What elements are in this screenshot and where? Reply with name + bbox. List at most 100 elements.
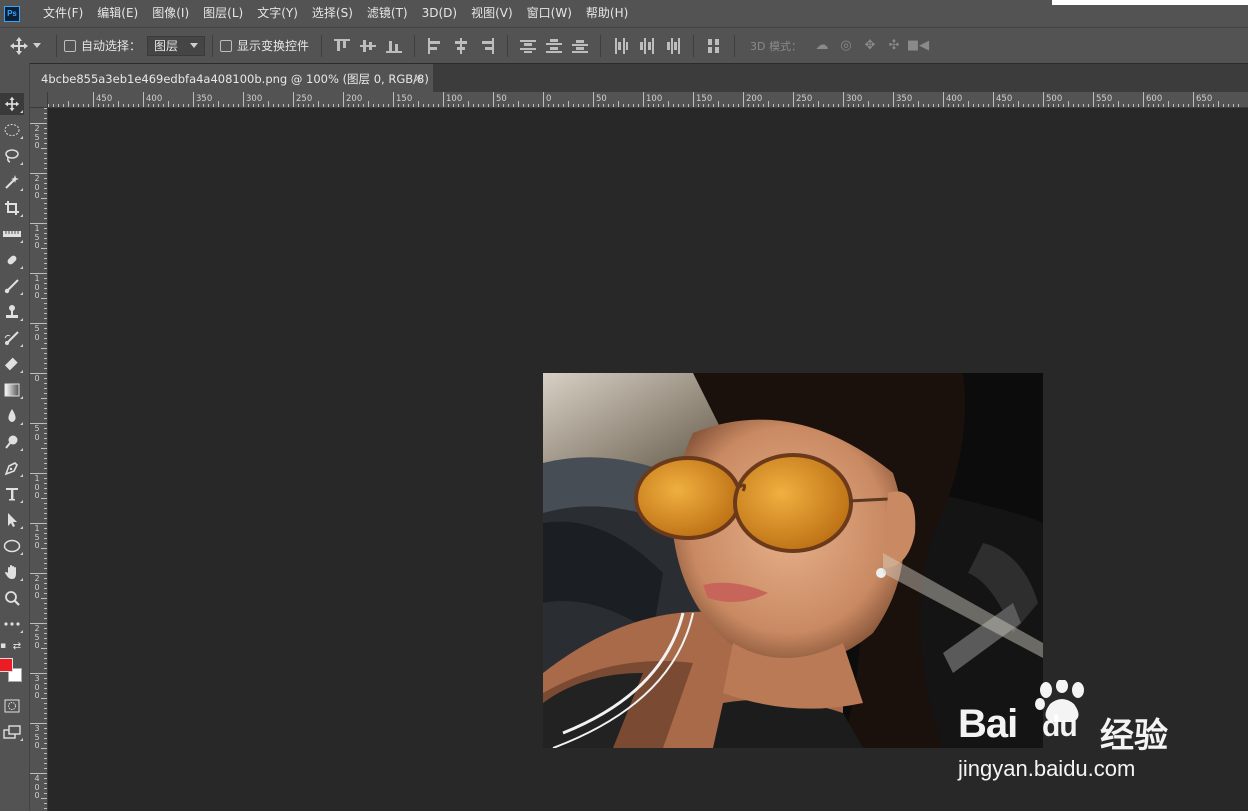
auto-select-checkbox[interactable] (64, 39, 76, 52)
ruler-minor-tick (798, 104, 799, 107)
distribute-bottom-icon[interactable] (572, 38, 589, 54)
photoshop-logo-icon: Ps (4, 5, 20, 22)
move-tool[interactable] (0, 93, 24, 115)
healing-tool[interactable] (0, 249, 24, 271)
ruler-label: 500 (1046, 94, 1063, 104)
document-tab-bar: 4bcbe855a3eb1e469edbfa4a408100b.png @ 10… (30, 63, 1248, 93)
distribute-hcenter-icon[interactable] (639, 37, 655, 54)
ruler-minor-tick (1028, 104, 1029, 107)
menu-window[interactable]: 窗口(W) (520, 0, 579, 27)
document-tab[interactable]: 4bcbe855a3eb1e469edbfa4a408100b.png @ 10… (30, 64, 433, 93)
ruler-minor-tick (44, 553, 47, 554)
menu-edit[interactable]: 编辑(E) (90, 0, 145, 27)
align-right-icon[interactable] (479, 37, 495, 54)
ruler-minor-tick (41, 748, 47, 749)
magic-wand-tool[interactable] (0, 171, 24, 193)
auto-select-dropdown[interactable]: 图层 (147, 35, 206, 56)
history-brush-tool[interactable] (0, 327, 24, 349)
screen-mode-icon[interactable] (0, 721, 24, 743)
blur-tool[interactable] (0, 405, 24, 427)
ruler-minor-tick (1033, 104, 1034, 107)
chevron-down-icon[interactable] (33, 43, 41, 48)
ruler-minor-tick (978, 104, 979, 107)
default-colors-icon[interactable]: ▪ (0, 639, 10, 653)
distribute-top-icon[interactable] (520, 38, 537, 54)
vertical-ruler[interactable]: 250 200 150 100 50 0 50 100 150 200 250 300 350 400 (30, 108, 48, 811)
menu-help[interactable]: 帮助(H) (579, 0, 635, 27)
ruler-minor-tick (44, 518, 47, 519)
ruler-minor-tick (323, 104, 324, 107)
swap-colors-icon[interactable]: ⇄ (10, 639, 24, 653)
stamp-tool[interactable] (0, 301, 24, 323)
foreground-color-swatch[interactable] (0, 658, 13, 672)
ruler-minor-tick (723, 104, 724, 107)
menu-select[interactable]: 选择(S) (305, 0, 360, 27)
move-tool-preset-icon[interactable] (9, 36, 29, 56)
horizontal-ruler[interactable]: 450 400 350 300 250 200 150 100 50 0 50 100 150 200 25… (48, 92, 1248, 108)
align-vcenter-icon[interactable] (360, 38, 377, 54)
ruler-origin[interactable] (30, 92, 48, 108)
menu-type[interactable]: 文字(Y) (250, 0, 305, 27)
gradient-tool[interactable] (0, 379, 24, 401)
ruler-minor-tick (44, 153, 47, 154)
ruler-label: 150 (396, 94, 413, 104)
3d-orbit-icon[interactable]: ☁ (813, 38, 831, 54)
ruler-major-tick (543, 92, 544, 107)
3d-slide-icon[interactable]: ✣ (885, 38, 903, 54)
quick-mask-icon[interactable] (0, 695, 24, 717)
show-transform-checkbox[interactable] (220, 39, 233, 52)
ruler-minor-tick (1138, 104, 1139, 107)
more-tools[interactable] (0, 613, 24, 635)
3d-pan-icon[interactable]: ✥ (861, 38, 879, 54)
ruler-minor-tick (1148, 104, 1149, 107)
align-top-icon[interactable] (334, 38, 351, 54)
ruler-minor-tick (613, 104, 614, 107)
close-icon[interactable]: × (413, 71, 423, 85)
ruler-minor-tick (1203, 104, 1204, 107)
zoom-tool[interactable] (0, 587, 24, 609)
ruler-minor-tick (1023, 104, 1024, 107)
crop-tool[interactable] (0, 197, 24, 219)
ruler-minor-tick (44, 638, 47, 639)
distribute-vcenter-icon[interactable] (546, 38, 563, 54)
distribute-left-icon[interactable] (613, 37, 629, 54)
marquee-tool[interactable] (0, 119, 24, 141)
distribute-right-icon[interactable] (665, 37, 681, 54)
ruler-minor-tick (44, 303, 47, 304)
ruler-minor-tick (1173, 104, 1174, 107)
brush-tool[interactable] (0, 275, 24, 297)
menu-file[interactable]: 文件(F) (36, 0, 90, 27)
ruler-minor-tick (473, 104, 474, 107)
ruler-minor-tick (44, 118, 47, 119)
ruler-minor-tick (44, 128, 47, 129)
ruler-minor-tick (508, 104, 509, 107)
align-left-icon[interactable] (427, 37, 443, 54)
pen-tool[interactable] (0, 457, 24, 479)
menu-image[interactable]: 图像(I) (145, 0, 196, 27)
3d-roll-icon[interactable]: ◎ (837, 38, 855, 54)
ruler-label: 450 (996, 94, 1013, 104)
ruler-minor-tick (44, 278, 47, 279)
dodge-tool[interactable] (0, 431, 24, 453)
eraser-tool[interactable] (0, 353, 24, 375)
menu-view[interactable]: 视图(V) (464, 0, 520, 27)
ruler-minor-tick (44, 768, 47, 769)
ruler-minor-tick (44, 668, 47, 669)
path-select-tool[interactable] (0, 509, 24, 531)
ruler-tool[interactable] (0, 223, 24, 245)
hand-tool[interactable] (0, 561, 24, 583)
align-hcenter-icon[interactable] (453, 37, 469, 54)
ruler-major-tick (943, 92, 944, 107)
ruler-minor-tick (44, 268, 47, 269)
menu-layer[interactable]: 图层(L) (196, 0, 250, 27)
menu-filter[interactable]: 滤镜(T) (360, 0, 415, 27)
ellipse-tool[interactable] (0, 535, 24, 557)
align-bottom-icon[interactable] (386, 38, 403, 54)
lasso-tool[interactable] (0, 145, 24, 167)
type-tool[interactable] (0, 483, 24, 505)
chevron-down-icon (190, 43, 199, 48)
menu-3d[interactable]: 3D(D) (415, 0, 464, 27)
auto-align-icon[interactable] (706, 38, 722, 54)
3d-scale-icon[interactable]: ■◀ (907, 38, 929, 54)
ruler-minor-tick (178, 104, 179, 107)
